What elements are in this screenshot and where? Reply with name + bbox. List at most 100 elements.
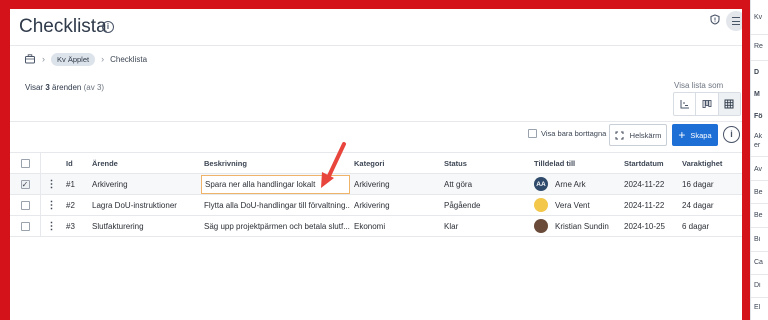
cell-tilldelad[interactable]: Kristian Sundin xyxy=(534,216,624,236)
side-strip-divider xyxy=(751,227,768,228)
annotation-arrow-icon xyxy=(321,142,346,188)
breadcrumb: › Kv Äpplet › Checklista xyxy=(24,52,147,66)
assignee-name: Vera Vent xyxy=(555,200,590,210)
column-header-kategori[interactable]: Kategori xyxy=(354,153,442,173)
cell-varaktighet[interactable]: 6 dagar xyxy=(682,216,742,236)
column-header-id[interactable]: Id xyxy=(66,153,90,173)
cell-tilldelad[interactable]: Vera Vent xyxy=(534,195,624,215)
side-strip-item[interactable]: Ak xyxy=(754,133,768,140)
side-strip-item[interactable]: Fö xyxy=(754,113,768,120)
table-row[interactable]: ⋮ #2 Lagra DoU-instruktioner Flytta alla… xyxy=(10,195,742,216)
side-strip-divider xyxy=(751,156,768,157)
row-menu-icon[interactable]: ⋮ xyxy=(41,216,62,236)
cell-status[interactable]: Att göra xyxy=(444,174,532,194)
toolbar-divider xyxy=(10,121,742,122)
hamburger-icon[interactable] xyxy=(726,11,742,31)
row-checkbox[interactable] xyxy=(20,200,30,210)
cell-status[interactable]: Pågående xyxy=(444,195,532,215)
only-deleted-label: Visa bara borttagna xyxy=(541,129,607,138)
page-header: Checklista i xyxy=(10,9,742,46)
side-strip-item[interactable]: Be xyxy=(754,189,768,196)
side-strip-divider xyxy=(751,203,768,204)
cell-arende[interactable]: Lagra DoU-instruktioner xyxy=(92,195,202,215)
shield-icon[interactable] xyxy=(710,14,720,25)
chevron-right-icon: › xyxy=(101,54,105,64)
cell-id: #1 xyxy=(66,179,75,189)
fullscreen-label: Helskärm xyxy=(629,130,662,140)
gantt-chart-icon xyxy=(680,100,689,109)
view-as-label: Visa lista som xyxy=(674,81,724,90)
breadcrumb-project[interactable]: Kv Äpplet xyxy=(51,52,96,66)
fullscreen-button[interactable]: Helskärm xyxy=(609,124,667,146)
avatar xyxy=(534,219,548,233)
cell-startdatum[interactable]: 2024-11-22 xyxy=(624,195,682,215)
side-strip-item[interactable]: Av xyxy=(754,166,768,173)
checkbox-box[interactable] xyxy=(528,129,537,138)
cell-status[interactable]: Klar xyxy=(444,216,532,236)
board-icon xyxy=(702,100,712,108)
avatar xyxy=(534,198,548,212)
side-strip-divider xyxy=(751,297,768,298)
select-all-checkbox[interactable] xyxy=(20,158,30,168)
column-header-arende[interactable]: Ärende xyxy=(92,153,202,173)
side-strip-divider xyxy=(751,60,768,61)
expand-icon xyxy=(615,131,624,139)
row-menu-icon[interactable]: ⋮ xyxy=(41,174,62,194)
result-count: Visar 3 ärenden (av 3) xyxy=(25,83,105,92)
cell-startdatum[interactable]: 2024-10-25 xyxy=(624,216,682,236)
column-header-startdatum[interactable]: Startdatum xyxy=(624,153,682,173)
cell-tilldelad[interactable]: AA Arne Ark xyxy=(534,174,624,194)
view-switcher xyxy=(673,92,741,116)
side-strip-item[interactable]: er xyxy=(754,142,768,149)
side-strip-item[interactable]: D xyxy=(754,69,768,76)
cell-kategori[interactable]: Ekonomi xyxy=(354,216,442,236)
row-select-cell xyxy=(10,195,41,215)
side-strip-item[interactable]: Re xyxy=(754,43,768,50)
cell-kategori[interactable]: Arkivering xyxy=(354,174,442,194)
cell-varaktighet[interactable]: 24 dagar xyxy=(682,195,742,215)
table-view-button[interactable] xyxy=(718,93,740,115)
create-button[interactable]: + Skapa xyxy=(672,124,718,146)
cell-varaktighet[interactable]: 16 dagar xyxy=(682,174,742,194)
cell-beskrivning[interactable]: Säg upp projektpärmen och betala slutf..… xyxy=(204,216,350,236)
help-info-icon[interactable]: i xyxy=(723,126,740,143)
plus-icon: + xyxy=(678,128,686,142)
side-strip: Kv Re D M Fö Ak er Av Be Be Bi Ca Di El xyxy=(750,0,768,320)
row-checkbox-checked[interactable]: ✓ xyxy=(20,179,30,189)
table-row[interactable]: ⋮ #3 Slutfakturering Säg upp projektpärm… xyxy=(10,216,742,237)
column-header-varaktighet[interactable]: Varaktighet xyxy=(682,153,742,173)
side-strip-divider xyxy=(751,251,768,252)
column-header-tilldelad[interactable]: Tilldelad till xyxy=(534,153,624,173)
side-strip-divider xyxy=(751,274,768,275)
row-checkbox[interactable] xyxy=(20,221,30,231)
side-strip-item[interactable]: Bi xyxy=(754,236,768,243)
side-strip-item[interactable]: Ca xyxy=(754,259,768,266)
side-strip-item[interactable]: Di xyxy=(754,282,768,289)
select-all-cell xyxy=(10,153,41,173)
column-header-status[interactable]: Status xyxy=(444,153,532,173)
assignee-name: Arne Ark xyxy=(555,179,586,189)
cell-arende[interactable]: Slutfakturering xyxy=(92,216,202,236)
side-strip-item[interactable]: Be xyxy=(754,212,768,219)
side-strip-item[interactable]: El xyxy=(754,304,768,311)
cell-beskrivning[interactable]: Flytta alla DoU-handlingar till förvaltn… xyxy=(204,195,350,215)
assignee-name: Kristian Sundin xyxy=(555,221,609,231)
chevron-right-icon: › xyxy=(42,54,45,64)
table-row[interactable]: ✓ ⋮ #1 Arkivering Spara ner alla handlin… xyxy=(10,174,742,195)
cell-kategori[interactable]: Arkivering xyxy=(354,195,442,215)
cell-id: #2 xyxy=(66,200,75,210)
table-header-row: Id Ärende Beskrivning Kategori Status Ti… xyxy=(10,152,742,174)
cell-startdatum[interactable]: 2024-11-22 xyxy=(624,174,682,194)
avatar: AA xyxy=(534,177,548,191)
board-view-button[interactable] xyxy=(696,93,719,115)
table-icon xyxy=(724,99,734,109)
info-icon[interactable]: i xyxy=(102,21,114,33)
side-strip-item[interactable]: Kv xyxy=(754,14,768,21)
cell-arende[interactable]: Arkivering xyxy=(92,174,202,194)
row-menu-icon[interactable]: ⋮ xyxy=(41,195,62,215)
checklist-panel: Checklista i › Kv Äpplet › Checklista Vi… xyxy=(10,9,742,320)
only-deleted-checkbox[interactable]: Visa bara borttagna xyxy=(528,129,606,138)
side-strip-item[interactable]: M xyxy=(754,91,768,98)
gantt-view-button[interactable] xyxy=(674,93,697,115)
briefcase-icon[interactable] xyxy=(24,53,36,65)
